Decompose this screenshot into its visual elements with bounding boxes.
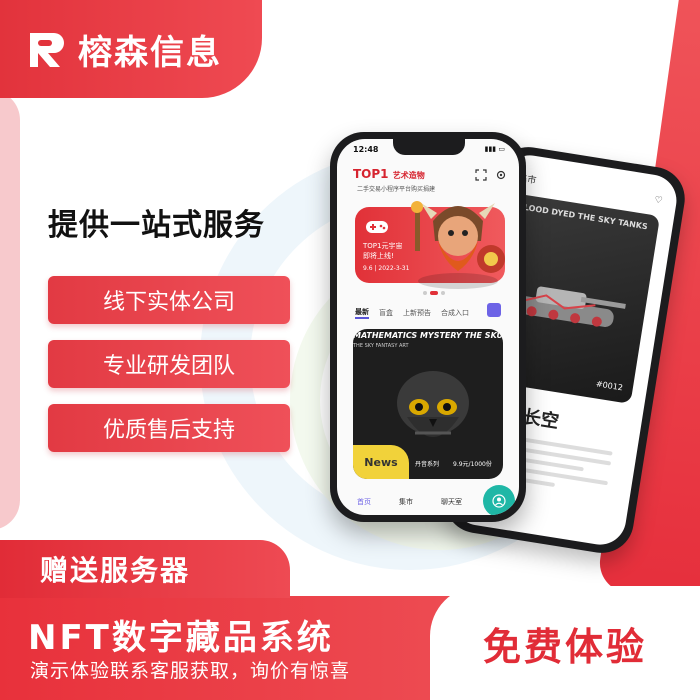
profile-fab[interactable] (483, 485, 515, 515)
nft-card-title: MATHEMATICS MYSTERY THE SKULL (353, 331, 503, 340)
app-brand: TOP1 艺术造物 (353, 167, 425, 181)
tab-synthesis[interactable]: 合成入口 (441, 308, 469, 318)
promo-stage: 榕森信息 提供一站式服务 线下实体公司 专业研发团队 优质售后支持 集市 ♡ B… (0, 0, 700, 700)
news-badge: News (353, 445, 409, 479)
signal-battery-icon: ▮▮▮ ▭ (484, 145, 505, 153)
nft-series: 丹音系列 (415, 461, 440, 468)
settings-icon[interactable] (495, 169, 507, 181)
free-trial-button[interactable]: 免费体验 (430, 586, 700, 700)
logo-text: 榕森信息 (78, 32, 222, 73)
rs-logo-icon (24, 27, 68, 71)
nft-skull-card[interactable]: MATHEMATICS MYSTERY THE SKULL THE SKY FA… (353, 329, 503, 479)
nav-chatroom[interactable]: 聊天室 (441, 497, 462, 507)
headline: 提供一站式服务 (48, 208, 265, 243)
tab-blind-box[interactable]: 盲盒 (379, 308, 393, 318)
skull-image (397, 371, 469, 437)
product-subtitle: 演示体验联系客服获取，询价有惊喜 (30, 660, 351, 682)
app-brand-name: TOP1 (353, 167, 389, 181)
logo-banner: 榕森信息 (0, 0, 262, 98)
phone-front: 12:48 ▮▮▮ ▭ TOP1 艺术造物 二手交易小程序平台购买捐建 TOP1… (330, 132, 526, 522)
nft-price: 9.9元/1000份 (453, 461, 492, 468)
scan-icon[interactable] (475, 169, 487, 181)
phone-front-screen: 12:48 ▮▮▮ ▭ TOP1 艺术造物 二手交易小程序平台购买捐建 TOP1… (337, 139, 519, 515)
status-time: 12:48 (353, 145, 379, 154)
feature-pill-after-sales: 优质售后支持 (48, 404, 290, 452)
banner-pagination (423, 291, 445, 295)
app-brand-suffix: 艺术造物 (392, 171, 425, 180)
tab-latest[interactable]: 最新 (355, 307, 369, 319)
nav-market[interactable]: 集市 (399, 497, 413, 507)
user-icon (492, 494, 506, 508)
tab-upcoming[interactable]: 上新预告 (403, 308, 431, 318)
free-trial-label: 免费体验 (482, 624, 647, 669)
feature-pill-offline-company: 线下实体公司 (48, 276, 290, 324)
gamepad-icon (366, 221, 388, 233)
nav-home[interactable]: 首页 (357, 497, 371, 507)
phone-notch (393, 139, 465, 155)
grid-view-icon[interactable] (487, 303, 501, 317)
bonus-banner: 赠送服务器 (0, 540, 290, 598)
decor-band-left (0, 90, 20, 530)
heart-icon: ♡ (653, 195, 664, 207)
feature-pill-rd-team: 专业研发团队 (48, 340, 290, 388)
nft-card-subtitle: THE SKY FANTASY ART (353, 343, 409, 349)
viking-character-image (411, 201, 505, 289)
tank-card-tag: #0012 (595, 379, 624, 393)
product-title: NFT数字藏品系统 (28, 618, 334, 658)
